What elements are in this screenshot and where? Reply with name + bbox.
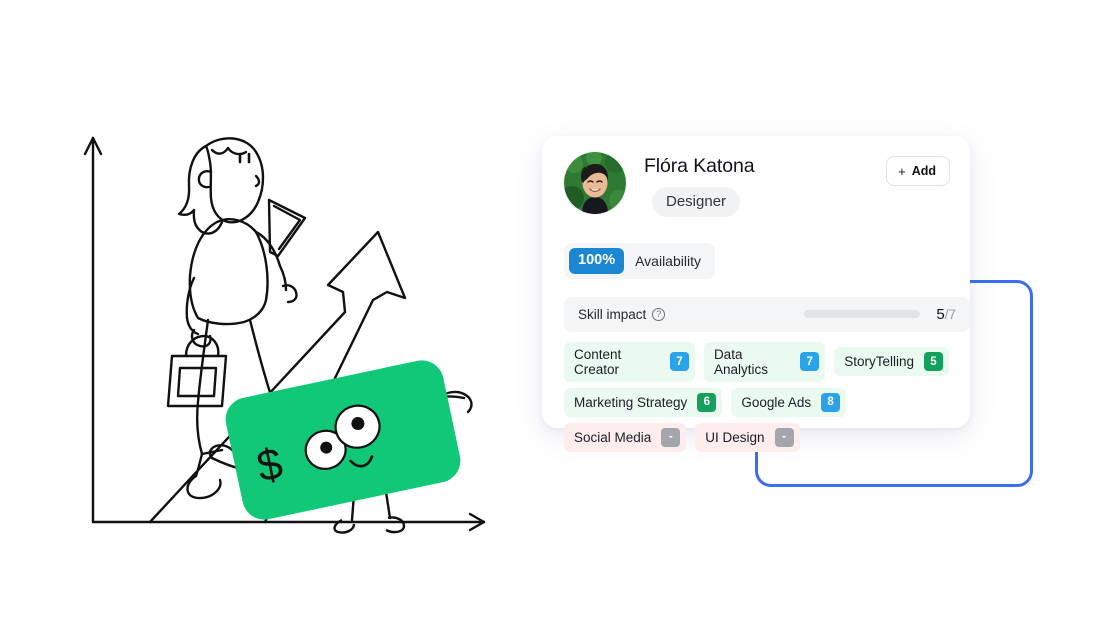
- skill-tag-row: Content Creator 7 Data Analytics 7 StoryTell…: [564, 341, 958, 382]
- add-button-label: Add: [911, 164, 936, 178]
- availability-label: Availability: [635, 253, 701, 270]
- shoe-back: [186, 474, 222, 500]
- skill-tag-score-badge: 8: [821, 392, 841, 412]
- hair-back: [177, 144, 224, 235]
- skill-tag[interactable]: Content Creator 7: [564, 341, 695, 382]
- skill-tag-label: Google Ads: [741, 394, 812, 410]
- skill-tag-row: Marketing Strategy 6 Google Ads 8: [564, 387, 958, 417]
- skill-tag-label: StoryTelling: [844, 354, 914, 370]
- handbag: [166, 354, 228, 408]
- skill-tag-row: Social Media - UI Design -: [564, 422, 958, 452]
- money-card-character: $: [208, 360, 473, 534]
- skill-impact-progress-track: [804, 310, 921, 319]
- card-header: Flóra Katona Designer + Add: [554, 150, 958, 218]
- skill-tag-score-badge: 7: [800, 352, 820, 372]
- availability-percent-badge: 100%: [569, 248, 625, 274]
- skill-tag-score-badge: 7: [669, 352, 689, 372]
- skill-tag-score-badge: 5: [924, 352, 943, 372]
- skill-tag[interactable]: Google Ads 8: [731, 387, 847, 417]
- skill-tag-label: Content Creator: [574, 346, 622, 377]
- skill-tag-score-badge: -: [661, 427, 681, 447]
- skill-tag-score-badge: 6: [697, 392, 717, 412]
- growth-chart-illustration: $: [60, 110, 520, 550]
- skill-tag[interactable]: StoryTelling 5: [834, 347, 949, 377]
- skill-tag-label: Marketing Strategy: [574, 394, 688, 410]
- nose: [254, 174, 261, 188]
- skill-impact-row: Skill impact ? 5/7: [564, 296, 970, 332]
- help-icon[interactable]: ?: [652, 307, 666, 321]
- card-foot-right: [385, 516, 406, 534]
- screen-root: $ Flóra Katona Designer + Add 100% Avail…: [0, 0, 1110, 619]
- identity-block: Flóra Katona Designer: [644, 150, 755, 218]
- skill-tag[interactable]: Social Media -: [564, 422, 687, 452]
- plus-icon: +: [898, 163, 906, 179]
- skill-tag-score-badge: -: [774, 427, 794, 447]
- handbag-flap: [176, 366, 218, 398]
- avatar: [564, 152, 626, 214]
- skill-tag-label: Data Analytics: [713, 346, 768, 377]
- skill-tag-label: Social Media: [574, 429, 652, 445]
- add-button[interactable]: + Add: [886, 156, 950, 186]
- skill-tag-label: UI Design: [705, 429, 765, 445]
- leg-back-upper: [196, 318, 210, 456]
- skill-tag[interactable]: Marketing Strategy 6: [564, 387, 723, 417]
- skill-tag[interactable]: UI Design -: [695, 422, 800, 452]
- ear: [197, 170, 213, 189]
- leg-back-lower: [194, 452, 204, 478]
- skill-impact-label: Skill impact: [578, 306, 647, 322]
- torso: [188, 218, 269, 326]
- profile-card: Flóra Katona Designer + Add 100% Availab…: [542, 136, 970, 452]
- tablet: [267, 198, 307, 258]
- skill-tag-list: Content Creator 7 Data Analytics 7 StoryTell…: [564, 341, 958, 452]
- eyes: [238, 152, 251, 164]
- role-badge: Designer: [652, 187, 741, 218]
- person-name: Flóra Katona: [644, 155, 755, 177]
- skill-impact-total: /7: [944, 306, 956, 322]
- skill-tag[interactable]: Data Analytics 7: [703, 341, 826, 382]
- skill-impact-score: 5: [936, 305, 945, 323]
- availability-row: 100% Availability: [564, 243, 715, 279]
- skill-impact-value: 5/7: [936, 306, 956, 323]
